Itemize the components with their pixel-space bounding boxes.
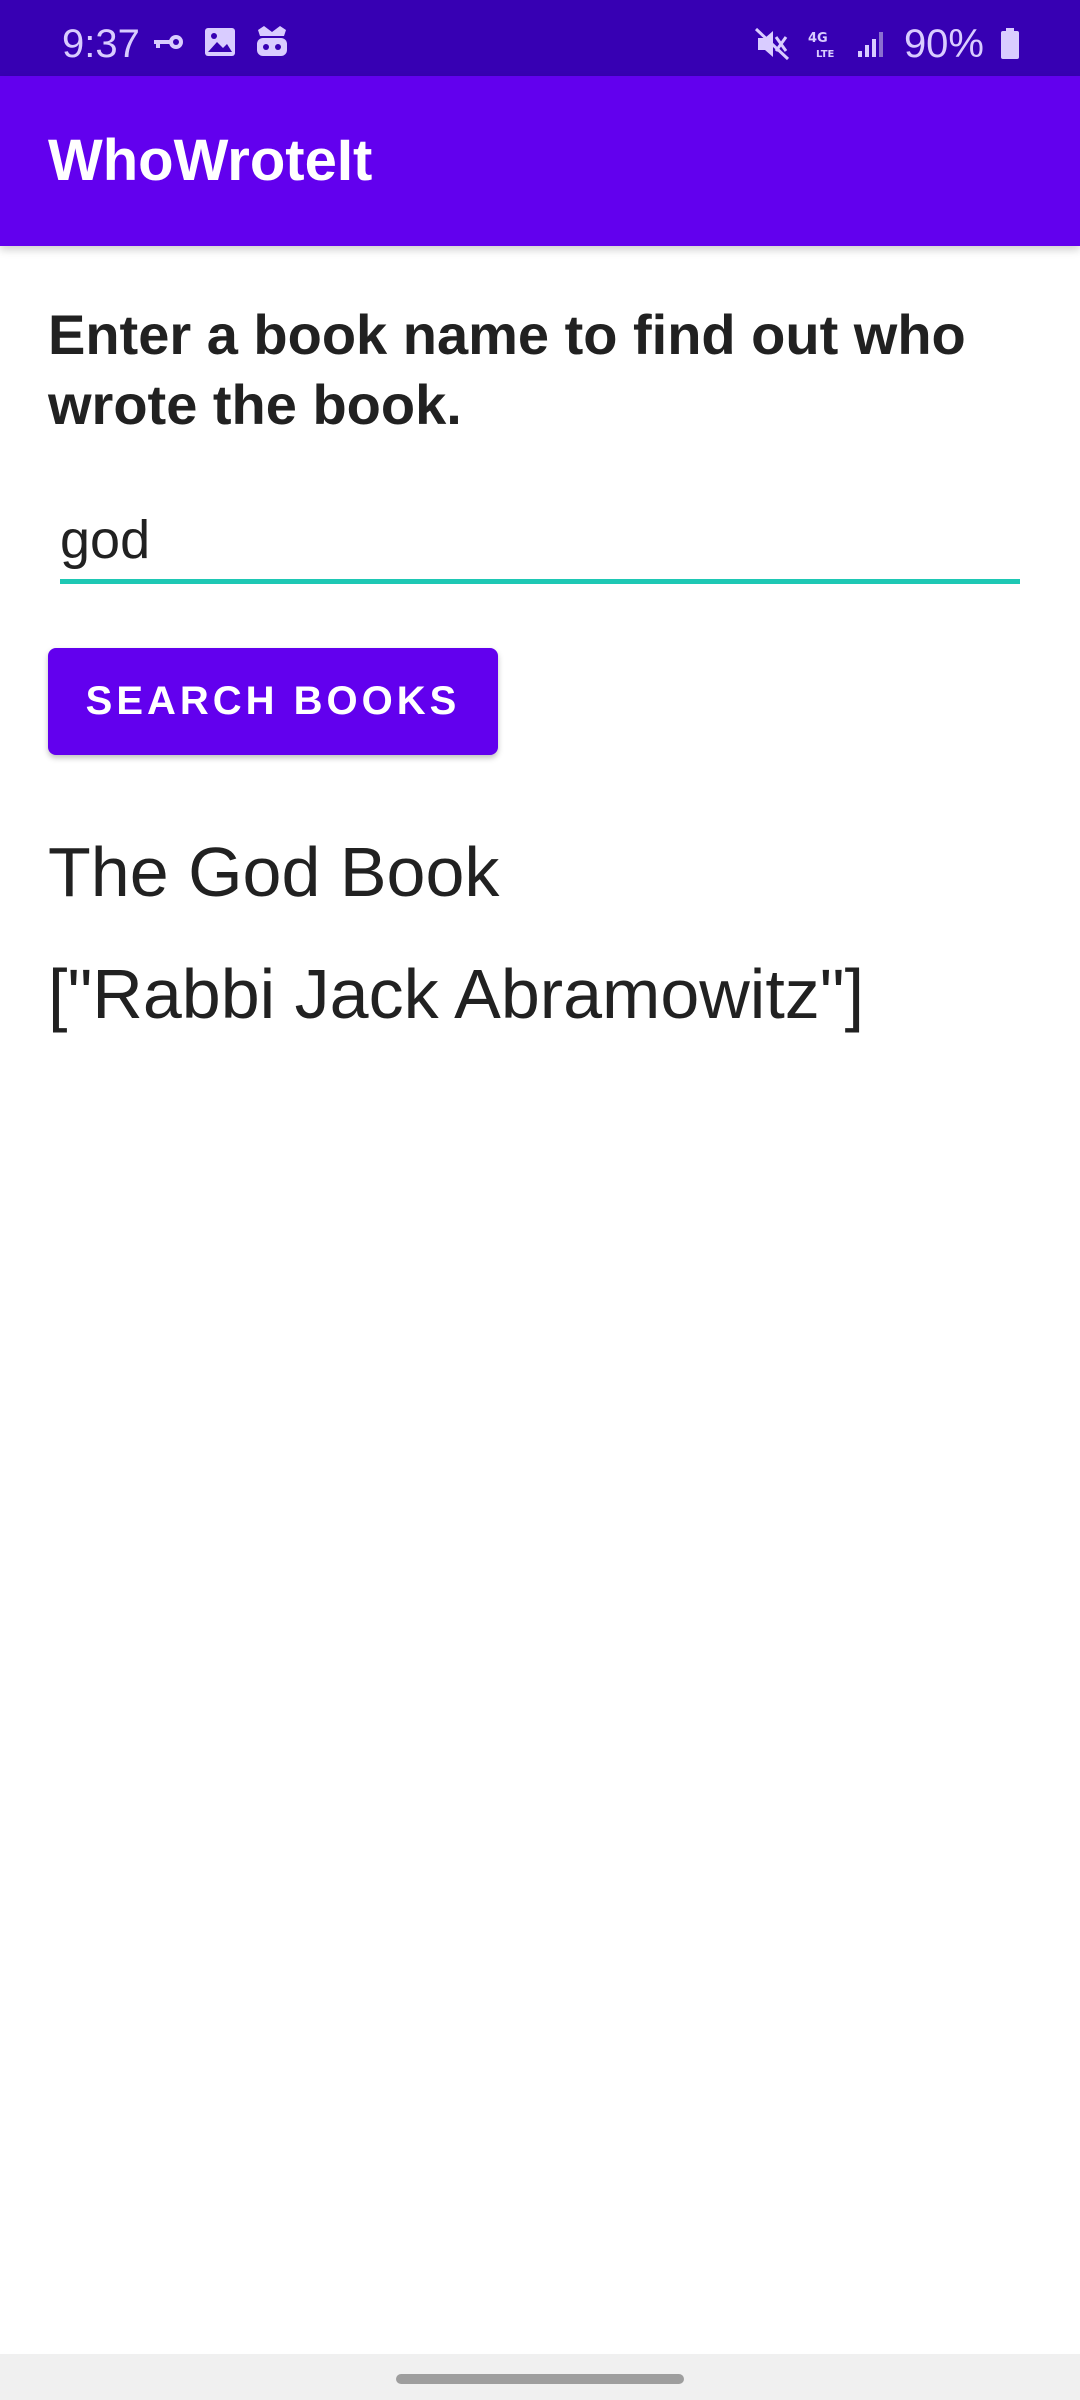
status-bar: 9:37 4G LTE 90% xyxy=(0,0,1080,76)
result-book-title: The God Book xyxy=(48,833,500,911)
svg-text:4G: 4G xyxy=(808,31,828,46)
status-right-icons: 4G LTE 90% xyxy=(754,22,1020,66)
home-gesture-handle[interactable] xyxy=(396,2374,684,2384)
result-book-authors: ["Rabbi Jack Abramowitz"] xyxy=(48,955,865,1033)
instructions-text: Enter a book name to find out who wrote … xyxy=(48,303,966,436)
navigation-bar xyxy=(0,2354,1080,2400)
signal-icon xyxy=(856,29,888,59)
book-search-input[interactable] xyxy=(60,500,1020,584)
image-icon xyxy=(204,27,236,57)
battery-percentage: 90% xyxy=(903,22,984,66)
status-time: 9:37 xyxy=(62,22,140,66)
app-bar: WhoWroteIt xyxy=(0,76,1080,246)
svg-text:LTE: LTE xyxy=(816,49,835,60)
status-left-icons xyxy=(152,26,290,58)
app-title: WhoWroteIt xyxy=(48,128,373,193)
game-controller-icon xyxy=(254,26,290,58)
battery-icon xyxy=(1000,28,1020,60)
4g-lte-icon: 4G LTE xyxy=(806,28,840,60)
mute-vibrate-icon xyxy=(754,27,790,61)
key-icon xyxy=(152,32,186,52)
search-books-button[interactable]: SEARCH BOOKS xyxy=(48,648,498,755)
